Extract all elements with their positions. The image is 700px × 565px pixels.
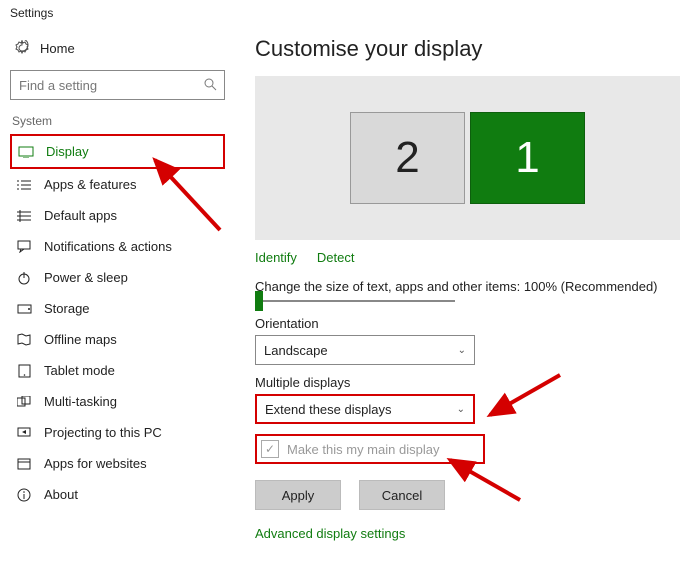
- orientation-value: Landscape: [264, 343, 328, 358]
- detect-link[interactable]: Detect: [317, 250, 355, 265]
- multiple-displays-dropdown[interactable]: Extend these displays ⌄: [255, 394, 475, 424]
- drive-icon: [16, 304, 32, 314]
- tablet-icon: [16, 364, 32, 378]
- nav-label: Apps for websites: [44, 456, 147, 471]
- section-label: System: [10, 114, 225, 128]
- multitask-icon: [16, 396, 32, 408]
- nav-label: Storage: [44, 301, 90, 316]
- slider-thumb[interactable]: [255, 291, 263, 311]
- apps-web-icon: [16, 458, 32, 470]
- sidebar-item-display[interactable]: Display: [10, 134, 225, 169]
- display-arrange-area[interactable]: 2 1: [255, 76, 680, 240]
- sidebar-item-projecting[interactable]: Projecting to this PC: [10, 417, 225, 448]
- project-icon: [16, 427, 32, 439]
- advanced-display-settings-link[interactable]: Advanced display settings: [255, 526, 680, 541]
- sidebar-item-notifications[interactable]: Notifications & actions: [10, 231, 225, 262]
- message-icon: [16, 240, 32, 253]
- sidebar-item-tablet-mode[interactable]: Tablet mode: [10, 355, 225, 386]
- nav-label: Power & sleep: [44, 270, 128, 285]
- map-icon: [16, 333, 32, 346]
- nav-label: Default apps: [44, 208, 117, 223]
- page-title: Customise your display: [255, 36, 680, 62]
- search-icon: [203, 77, 217, 91]
- nav-label: Display: [46, 144, 89, 159]
- orientation-dropdown[interactable]: Landscape ⌄: [255, 335, 475, 365]
- power-icon: [16, 271, 32, 285]
- monitor-icon: [18, 146, 34, 158]
- sidebar-item-apps-websites[interactable]: Apps for websites: [10, 448, 225, 479]
- identify-link[interactable]: Identify: [255, 250, 297, 265]
- sidebar-item-storage[interactable]: Storage: [10, 293, 225, 324]
- scaling-label: Change the size of text, apps and other …: [255, 279, 680, 294]
- sidebar-item-offline-maps[interactable]: Offline maps: [10, 324, 225, 355]
- sidebar-item-power[interactable]: Power & sleep: [10, 262, 225, 293]
- sidebar-item-default-apps[interactable]: Default apps: [10, 200, 225, 231]
- search-wrap: [10, 70, 225, 100]
- gear-icon: [14, 40, 30, 56]
- monitor-2[interactable]: 2: [350, 112, 465, 204]
- home-label: Home: [40, 41, 75, 56]
- nav-label: Notifications & actions: [44, 239, 172, 254]
- search-input[interactable]: [10, 70, 225, 100]
- chevron-down-icon: ⌄: [458, 345, 466, 356]
- orientation-label: Orientation: [255, 316, 680, 331]
- sidebar: Home System Display Apps & features Defa…: [0, 26, 235, 565]
- multiple-displays-value: Extend these displays: [265, 402, 391, 417]
- main-content: Customise your display 2 1 Identify Dete…: [235, 26, 700, 565]
- nav-label: Multi-tasking: [44, 394, 117, 409]
- nav-label: Projecting to this PC: [44, 425, 162, 440]
- multiple-displays-label: Multiple displays: [255, 375, 680, 390]
- list-icon: [16, 179, 32, 191]
- nav-label: Tablet mode: [44, 363, 115, 378]
- info-icon: [16, 488, 32, 502]
- monitor-1[interactable]: 1: [470, 112, 585, 204]
- window-title: Settings: [0, 0, 700, 26]
- grid-icon: [16, 210, 32, 222]
- cancel-button[interactable]: Cancel: [359, 480, 445, 510]
- nav-label: Apps & features: [44, 177, 137, 192]
- nav-label: Offline maps: [44, 332, 117, 347]
- sidebar-item-about[interactable]: About: [10, 479, 225, 510]
- sidebar-item-multitasking[interactable]: Multi-tasking: [10, 386, 225, 417]
- checkbox-icon: ✓: [261, 440, 279, 458]
- chevron-down-icon: ⌄: [457, 404, 465, 415]
- scaling-slider[interactable]: [255, 300, 680, 302]
- nav-label: About: [44, 487, 78, 502]
- home-nav[interactable]: Home: [10, 34, 225, 62]
- make-main-display-checkbox[interactable]: ✓ Make this my main display: [255, 434, 485, 464]
- make-main-label: Make this my main display: [287, 442, 439, 457]
- sidebar-item-apps-features[interactable]: Apps & features: [10, 169, 225, 200]
- apply-button[interactable]: Apply: [255, 480, 341, 510]
